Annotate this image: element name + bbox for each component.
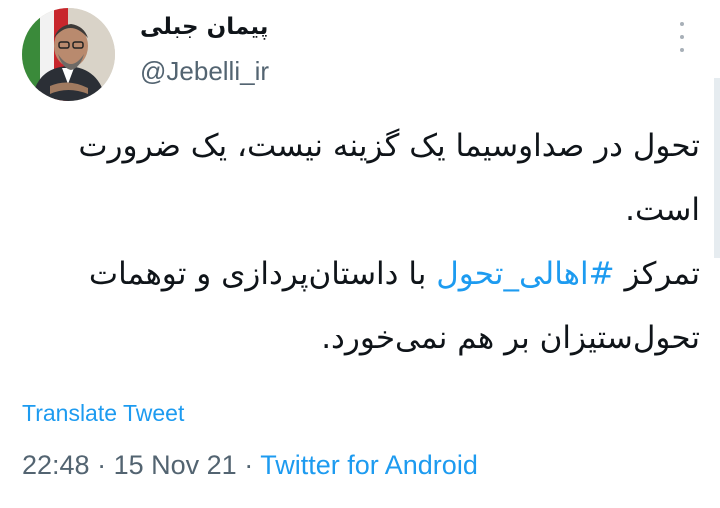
tweet-text-segment: تمرکز: [624, 256, 700, 292]
more-dot-icon: [680, 35, 684, 39]
more-options-icon[interactable]: [670, 22, 694, 52]
tweet-date[interactable]: 15 Nov 21: [114, 450, 237, 480]
more-dot-icon: [680, 22, 684, 26]
tweet-card: پیمان جبلی @Jebelli_ir تحول در صداوسیما …: [0, 0, 720, 508]
author-handle[interactable]: @Jebelli_ir: [140, 56, 269, 87]
avatar[interactable]: [22, 8, 115, 101]
meta-separator: ·: [244, 450, 254, 480]
tweet-metadata: 22:48 · 15 Nov 21 · Twitter for Android: [22, 450, 478, 481]
tweet-text: تحول در صداوسیما یک گزینه نیست، یک ضرورت…: [40, 114, 700, 370]
tweet-line: تحول در صداوسیما یک گزینه نیست، یک ضرورت…: [78, 128, 700, 228]
avatar-portrait: [22, 8, 115, 101]
tweet-source-link[interactable]: Twitter for Android: [260, 450, 478, 480]
tweet-line: تمرکز #اهالی_تحول با داستان‌پردازی و توه…: [40, 242, 700, 370]
hashtag-link[interactable]: #اهالی_تحول: [436, 256, 614, 292]
meta-separator: ·: [97, 450, 107, 480]
tweet-time[interactable]: 22:48: [22, 450, 90, 480]
author-display-name[interactable]: پیمان جبلی: [140, 14, 268, 40]
translate-tweet-link[interactable]: Translate Tweet: [22, 400, 184, 427]
more-dot-icon: [680, 48, 684, 52]
scrollbar[interactable]: [714, 78, 720, 258]
